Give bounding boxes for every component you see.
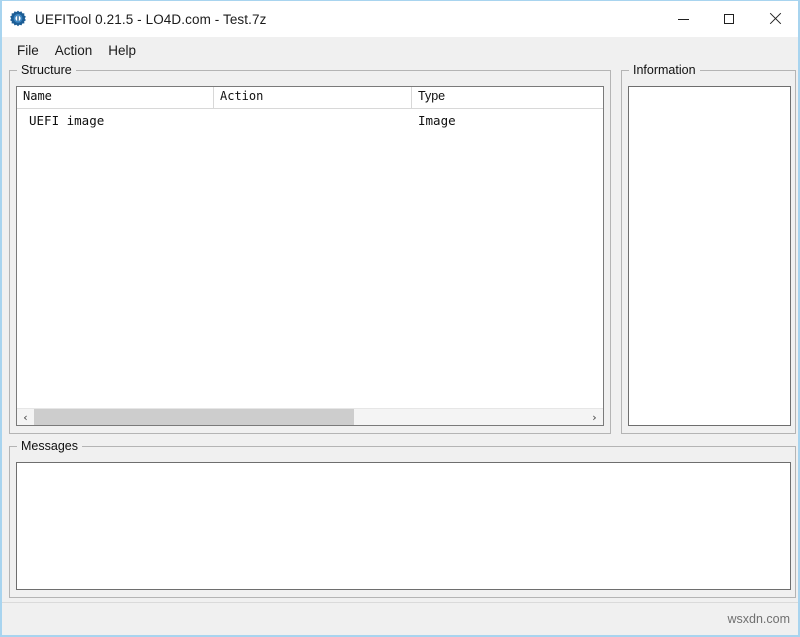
information-group-label: Information: [629, 63, 700, 77]
information-pane[interactable]: [628, 86, 791, 426]
uefitool-window: UEFITool 0.21.5 - LO4D.com - Test.7z Fil…: [0, 0, 800, 637]
cell-name: UEFI image: [29, 112, 105, 128]
messages-group: Messages: [9, 439, 796, 598]
scroll-left-arrow-icon[interactable]: ‹: [17, 409, 34, 425]
menu-bar: File Action Help: [2, 37, 798, 63]
structure-tree[interactable]: Name Action Type UEFI image Image ‹ ›: [16, 86, 604, 426]
horizontal-scrollbar[interactable]: ‹ ›: [17, 408, 603, 425]
gear-icon: [9, 10, 27, 28]
status-bar: wsxdn.com: [2, 602, 798, 635]
menu-item-help[interactable]: Help: [100, 41, 144, 60]
minimize-icon: [677, 18, 689, 20]
title-bar: UEFITool 0.21.5 - LO4D.com - Test.7z: [2, 1, 798, 37]
window-title: UEFITool 0.21.5 - LO4D.com - Test.7z: [35, 11, 267, 27]
table-row[interactable]: UEFI image Image: [17, 109, 603, 131]
maximize-button[interactable]: [706, 1, 752, 37]
cell-type: Image: [418, 112, 456, 128]
scroll-right-arrow-icon[interactable]: ›: [586, 409, 603, 425]
scrollbar-thumb[interactable]: [34, 409, 355, 425]
structure-group-label: Structure: [17, 63, 76, 77]
menu-item-action[interactable]: Action: [47, 41, 101, 60]
column-header-type[interactable]: Type: [412, 87, 603, 108]
structure-group: Structure Name Action Type UEFI image Im…: [9, 63, 611, 434]
minimize-button[interactable]: [660, 1, 706, 37]
watermark-label: wsxdn.com: [727, 612, 790, 626]
column-header-action[interactable]: Action: [214, 87, 412, 108]
close-button[interactable]: [752, 1, 798, 37]
menu-item-file[interactable]: File: [9, 41, 47, 60]
tree-header-row: Name Action Type: [17, 87, 603, 109]
close-icon: [769, 13, 781, 25]
maximize-icon: [724, 14, 734, 24]
messages-pane[interactable]: [16, 462, 791, 590]
messages-group-label: Messages: [17, 439, 82, 453]
window-controls: [660, 1, 798, 37]
scrollbar-track[interactable]: [34, 409, 586, 425]
information-group: Information: [621, 63, 796, 434]
column-header-name[interactable]: Name: [17, 87, 214, 108]
